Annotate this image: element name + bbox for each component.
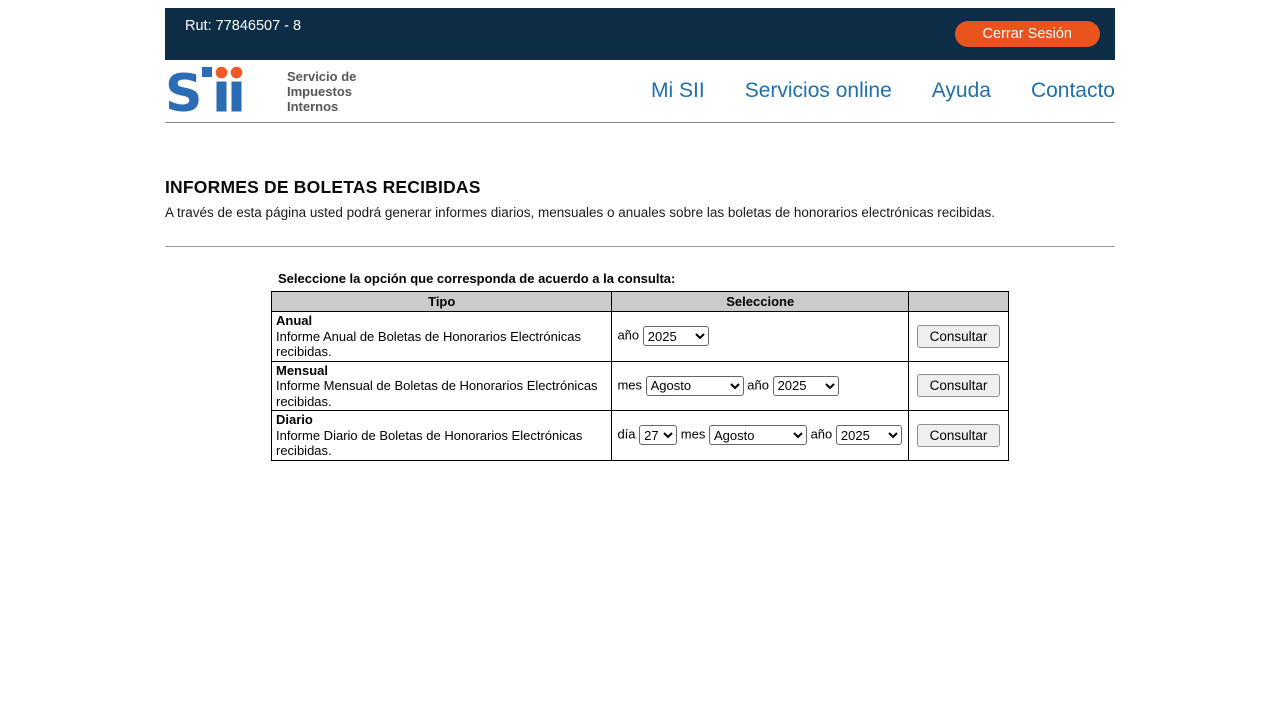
consulta-section: Seleccione la opción que corresponda de … bbox=[271, 271, 1009, 461]
rut-label: Rut: 77846507 - 8 bbox=[185, 18, 301, 34]
column-header-seleccione: Seleccione bbox=[612, 292, 909, 312]
sii-logo-text: Servicio de Impuestos Internos bbox=[287, 69, 356, 114]
table-row-diario: Diario Informe Diario de Boletas de Hono… bbox=[272, 411, 1009, 461]
tipo-cell-diario: Diario Informe Diario de Boletas de Hono… bbox=[272, 411, 612, 461]
mensual-year-select[interactable]: 2025 bbox=[773, 376, 839, 396]
consultar-diario-button[interactable]: Consultar bbox=[917, 424, 1001, 447]
nav-item-servicios-online[interactable]: Servicios online bbox=[745, 79, 892, 103]
diario-year-label: año bbox=[811, 427, 833, 442]
mensual-month-label: mes bbox=[617, 377, 642, 392]
svg-text:S: S bbox=[165, 64, 202, 114]
site-header: S Servicio de Impuestos Internos Mi SII … bbox=[165, 60, 1115, 123]
tipo-cell-mensual: Mensual Informe Mensual de Boletas de Ho… bbox=[272, 361, 612, 411]
diario-month-label: mes bbox=[681, 427, 706, 442]
logo-text-line1: Servicio de bbox=[287, 69, 356, 84]
table-header-row: Tipo Seleccione bbox=[272, 292, 1009, 312]
anual-year-select[interactable]: 2025 bbox=[643, 326, 709, 346]
logout-button[interactable]: Cerrar Sesión bbox=[955, 21, 1100, 47]
select-cell-diario: día 27 mes Agosto año 2025 bbox=[612, 411, 909, 461]
button-cell-mensual: Consultar bbox=[909, 361, 1009, 411]
tipo-desc-mensual: Informe Mensual de Boletas de Honorarios… bbox=[276, 378, 598, 409]
table-row-anual: Anual Informe Anual de Boletas de Honora… bbox=[272, 312, 1009, 362]
session-bar: Rut: 77846507 - 8 Cerrar Sesión bbox=[165, 8, 1115, 60]
column-header-tipo: Tipo bbox=[272, 292, 612, 312]
sii-logo[interactable]: S Servicio de Impuestos Internos bbox=[165, 64, 356, 119]
diario-year-select[interactable]: 2025 bbox=[836, 425, 902, 445]
main-nav: Mi SII Servicios online Ayuda Contacto bbox=[651, 79, 1115, 103]
tipo-cell-anual: Anual Informe Anual de Boletas de Honora… bbox=[272, 312, 612, 362]
anual-year-label: año bbox=[617, 328, 639, 343]
select-cell-anual: año 2025 bbox=[612, 312, 909, 362]
sii-logo-icon: S bbox=[165, 64, 277, 119]
tipo-name-mensual: Mensual bbox=[276, 363, 328, 378]
nav-item-ayuda[interactable]: Ayuda bbox=[932, 79, 991, 103]
tipo-desc-anual: Informe Anual de Boletas de Honorarios E… bbox=[276, 329, 581, 360]
tipo-desc-diario: Informe Diario de Boletas de Honorarios … bbox=[276, 428, 582, 459]
consulta-table: Tipo Seleccione Anual Informe Anual de B… bbox=[271, 291, 1009, 461]
page-title: INFORMES DE BOLETAS RECIBIDAS bbox=[165, 177, 1115, 198]
button-cell-anual: Consultar bbox=[909, 312, 1009, 362]
tipo-name-anual: Anual bbox=[276, 313, 312, 328]
select-cell-mensual: mes Agosto año 2025 bbox=[612, 361, 909, 411]
logo-text-line2: Impuestos bbox=[287, 84, 352, 99]
diario-month-select[interactable]: Agosto bbox=[709, 425, 807, 445]
consultar-anual-button[interactable]: Consultar bbox=[917, 325, 1001, 348]
column-header-action bbox=[909, 292, 1009, 312]
diario-day-select[interactable]: 27 bbox=[639, 425, 677, 445]
mensual-month-select[interactable]: Agosto bbox=[646, 376, 744, 396]
table-row-mensual: Mensual Informe Mensual de Boletas de Ho… bbox=[272, 361, 1009, 411]
button-cell-diario: Consultar bbox=[909, 411, 1009, 461]
consultar-mensual-button[interactable]: Consultar bbox=[917, 374, 1001, 397]
nav-item-mi-sii[interactable]: Mi SII bbox=[651, 79, 705, 103]
consulta-caption: Seleccione la opción que corresponda de … bbox=[271, 271, 1009, 286]
nav-item-contacto[interactable]: Contacto bbox=[1031, 79, 1115, 103]
intro-divider bbox=[165, 246, 1115, 247]
page-description: A través de esta página usted podrá gene… bbox=[165, 205, 1115, 220]
logo-text-line3: Internos bbox=[287, 99, 338, 114]
page-container: Rut: 77846507 - 8 Cerrar Sesión S Servic… bbox=[165, 8, 1115, 461]
page-intro: INFORMES DE BOLETAS RECIBIDAS A través d… bbox=[165, 177, 1115, 247]
tipo-name-diario: Diario bbox=[276, 412, 313, 427]
mensual-year-label: año bbox=[747, 377, 769, 392]
diario-day-label: día bbox=[617, 427, 635, 442]
